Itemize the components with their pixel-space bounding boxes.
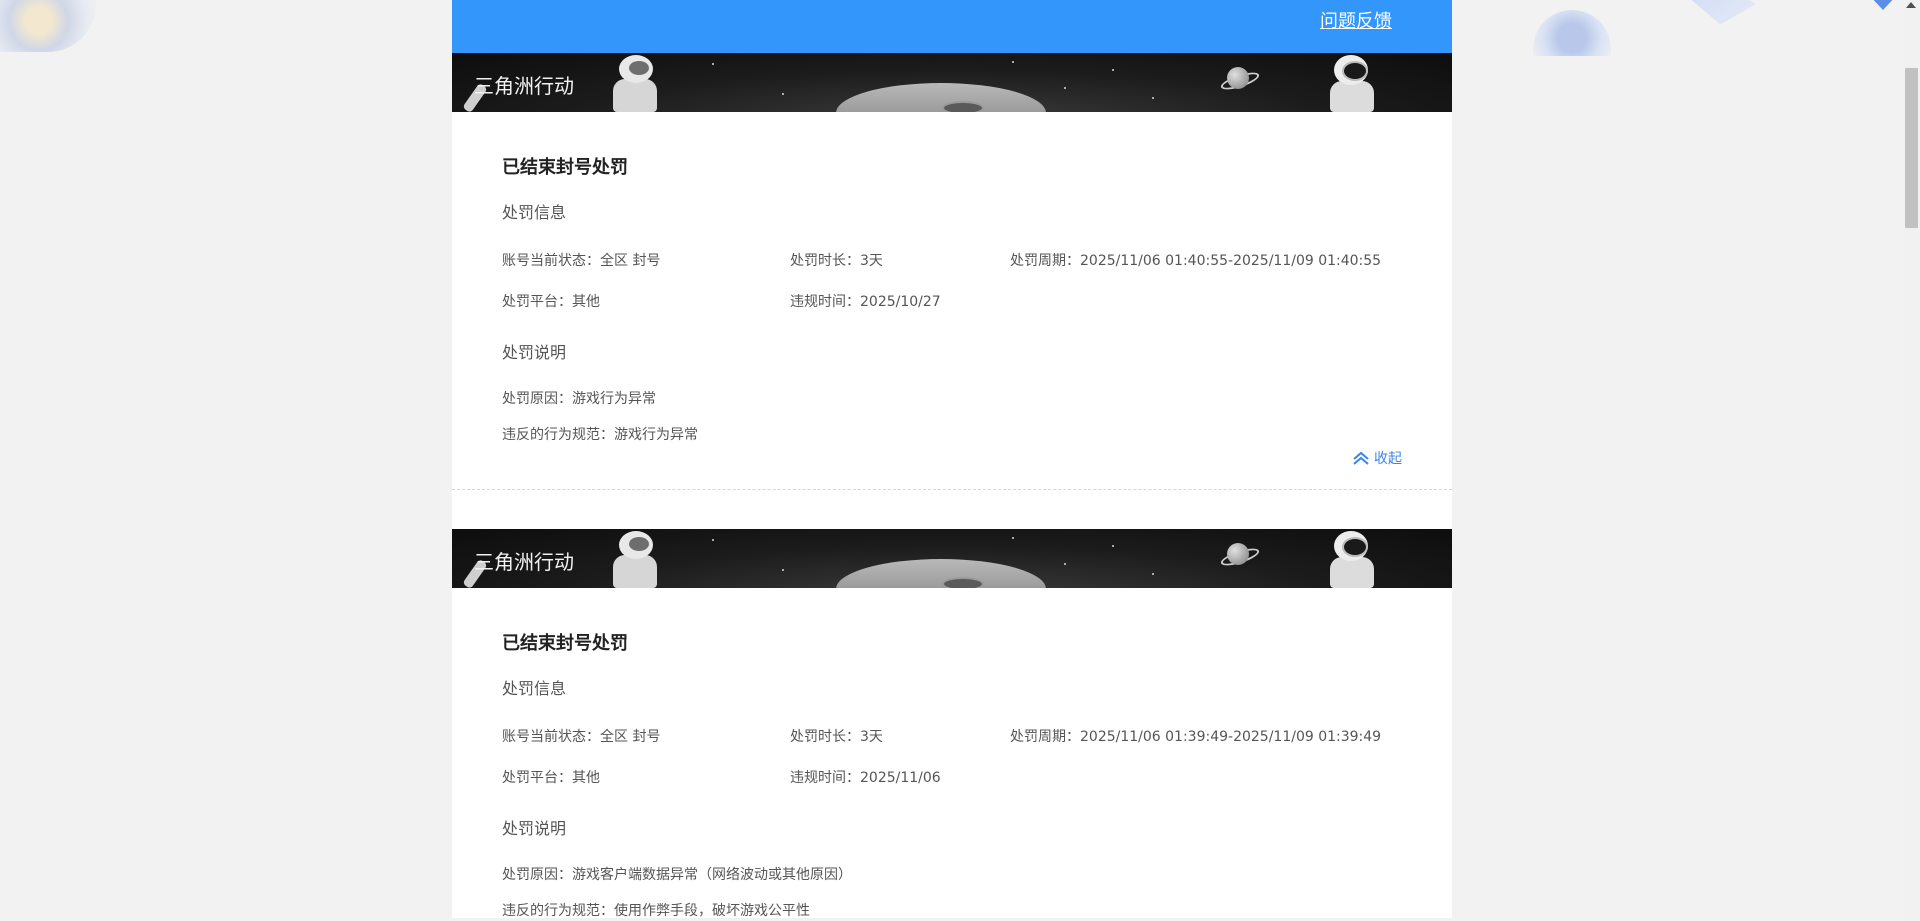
penalty-details: 已结束封号处罚 处罚信息 账号当前状态：全区 封号 处罚时长：3天 处罚周期：2… <box>452 588 1452 919</box>
penalty-explanation-label: 处罚说明 <box>502 343 567 362</box>
game-banner: 三角洲行动 <box>452 53 1452 112</box>
collapse-label: 收起 <box>1374 451 1402 467</box>
spaceship-icon <box>836 83 1046 112</box>
decorative-corner-art <box>0 0 96 52</box>
account-status: 账号当前状态：全区 封号 <box>502 253 661 269</box>
astronaut-icon <box>1316 53 1388 112</box>
planet-icon <box>1227 543 1249 565</box>
astronaut-icon <box>1316 529 1388 588</box>
penalty-info-label: 处罚信息 <box>502 203 567 222</box>
penalty-reason: 处罚原因：游戏行为异常 <box>502 391 656 407</box>
penalty-period: 处罚周期：2025/11/06 01:39:49-2025/11/09 01:3… <box>1010 729 1382 745</box>
scroll-up-arrow-icon[interactable] <box>1906 2 1916 8</box>
account-status: 账号当前状态：全区 封号 <box>502 729 661 745</box>
feedback-link[interactable]: 问题反馈 <box>1320 7 1392 33</box>
spaceship-hatch-icon <box>942 101 984 112</box>
penalty-duration: 处罚时长：3天 <box>790 253 883 269</box>
violated-rule: 违反的行为规范：使用作弊手段，破坏游戏公平性 <box>502 903 810 919</box>
planet-icon <box>1227 67 1249 89</box>
game-banner: 三角洲行动 <box>452 529 1452 588</box>
penalty-reason: 处罚原因：游戏客户端数据异常（网络波动或其他原因） <box>502 867 852 883</box>
decorative-corner-art <box>1533 10 1611 56</box>
decorative-corner-art <box>1868 0 1898 10</box>
penalty-card: 三角洲行动 已结束封号处罚 处罚信息 账号当前状态：全区 封号 处罚时长：3天 … <box>452 529 1452 919</box>
penalty-period: 处罚周期：2025/11/06 01:40:55-2025/11/09 01:4… <box>1010 253 1382 269</box>
penalty-platform: 处罚平台：其他 <box>502 294 600 310</box>
penalty-status-title: 已结束封号处罚 <box>502 157 628 178</box>
astronaut-icon <box>599 529 669 588</box>
main-column: 问题反馈 三角洲行动 已结束封号处罚 处罚信息 账号当前状态：全区 封号 处罚时… <box>452 0 1452 919</box>
penalty-info-label: 处罚信息 <box>502 679 567 698</box>
violated-rule: 违反的行为规范：游戏行为异常 <box>502 427 698 443</box>
vertical-scrollbar[interactable] <box>1903 0 1920 921</box>
penalty-card: 三角洲行动 已结束封号处罚 处罚信息 账号当前状态：全区 封号 处罚时长：3天 … <box>452 53 1452 529</box>
penalty-explanation-label: 处罚说明 <box>502 819 567 838</box>
penalty-duration: 处罚时长：3天 <box>790 729 883 745</box>
astronaut-icon <box>599 53 669 112</box>
scrollbar-thumb[interactable] <box>1905 68 1918 228</box>
game-title: 三角洲行动 <box>474 74 574 98</box>
violation-time: 违规时间：2025/10/27 <box>790 294 941 310</box>
violation-time: 违规时间：2025/11/06 <box>790 770 941 786</box>
spaceship-icon <box>836 559 1046 588</box>
game-title: 三角洲行动 <box>474 550 574 574</box>
decorative-corner-art <box>1670 0 1766 30</box>
top-bar: 问题反馈 <box>452 0 1452 53</box>
penalty-status-title: 已结束封号处罚 <box>502 633 628 654</box>
collapse-button[interactable]: 收起 <box>1352 448 1402 468</box>
penalty-platform: 处罚平台：其他 <box>502 770 600 786</box>
spaceship-hatch-icon <box>942 577 984 588</box>
penalty-details: 已结束封号处罚 处罚信息 账号当前状态：全区 封号 处罚时长：3天 处罚周期：2… <box>452 112 1452 489</box>
double-chevron-up-icon <box>1353 451 1369 465</box>
